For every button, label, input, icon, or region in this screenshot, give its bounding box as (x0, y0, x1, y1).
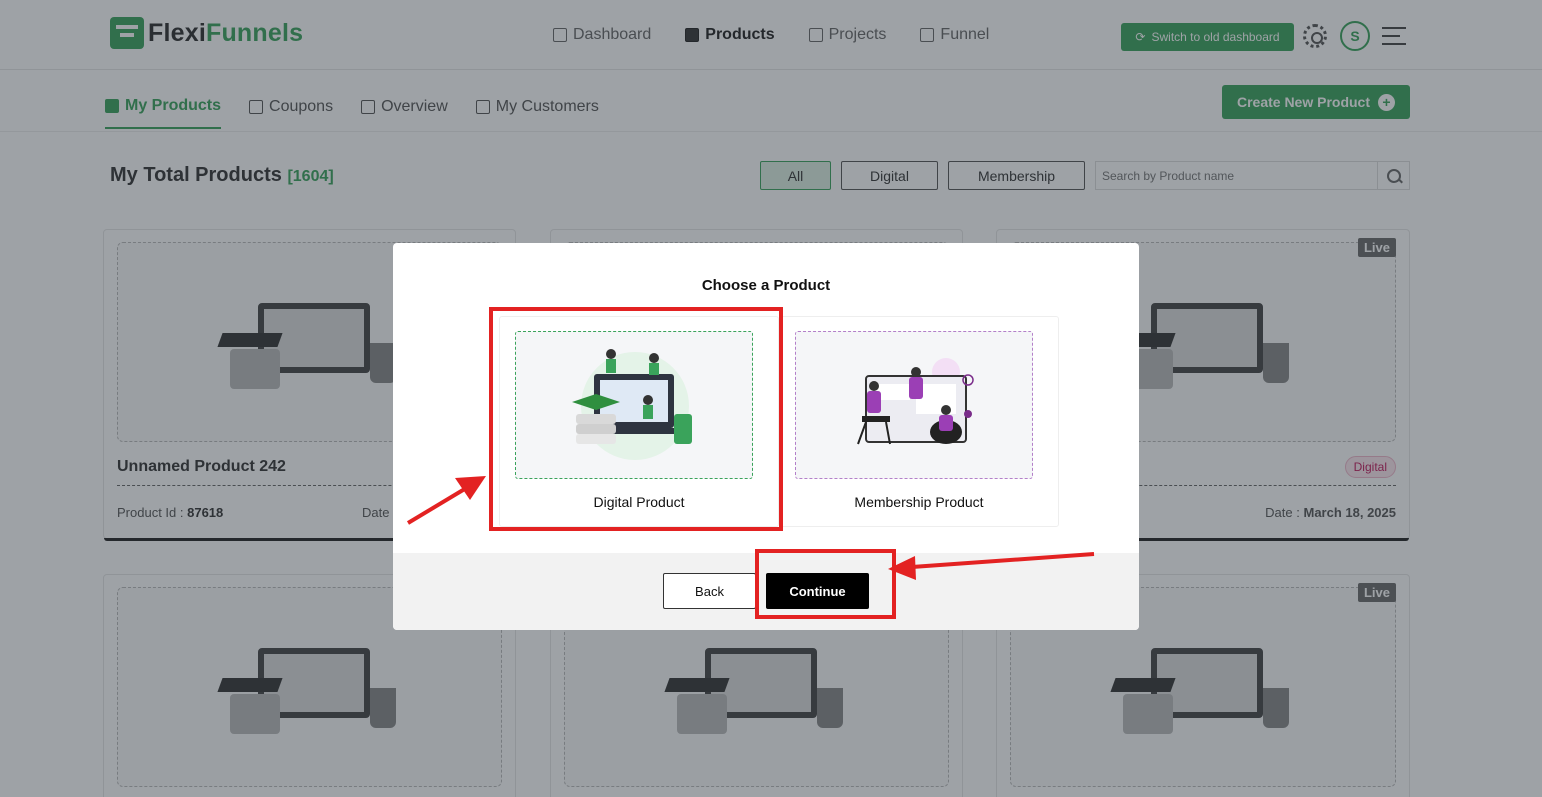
membership-product-option[interactable]: Membership Product (779, 316, 1059, 527)
digital-product-highlight-box (489, 307, 783, 531)
continue-highlight-box (755, 549, 896, 619)
membership-product-image (857, 358, 974, 445)
back-button[interactable]: Back (663, 573, 756, 609)
membership-product-illustration (795, 331, 1033, 479)
membership-product-label: Membership Product (854, 494, 984, 510)
modal-title: Choose a Product (701, 277, 831, 294)
